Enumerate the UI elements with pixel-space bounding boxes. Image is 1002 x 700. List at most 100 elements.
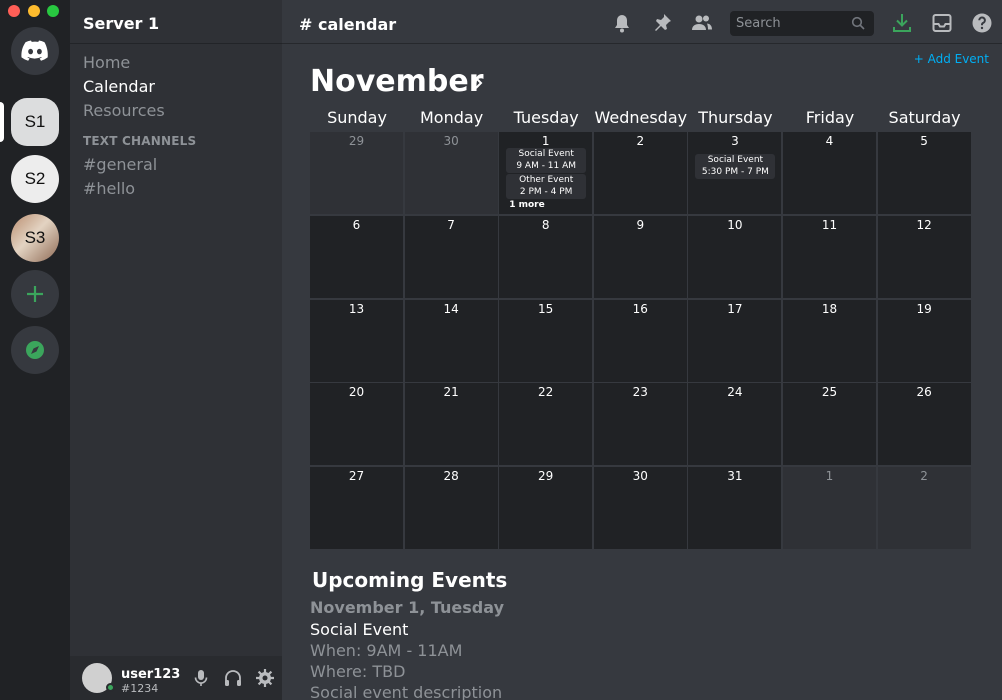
upcoming-event-description: Social event description xyxy=(310,683,503,700)
help-icon xyxy=(972,13,992,33)
server-s2[interactable]: S2 xyxy=(11,155,59,203)
calendar-day-cell[interactable]: 10 xyxy=(688,215,782,298)
weekday-header: Tuesday xyxy=(513,108,579,127)
calendar-day-cell[interactable]: 26 xyxy=(877,383,971,466)
day-number: 26 xyxy=(916,385,932,400)
server-s1[interactable]: S1 xyxy=(11,98,59,146)
calendar-day-cell[interactable]: 6 xyxy=(310,215,403,298)
day-number: 29 xyxy=(538,469,554,484)
upcoming-event-where: Where: TBD xyxy=(310,662,406,681)
server-s3[interactable]: S3 xyxy=(11,214,59,262)
calendar-day-cell[interactable]: 23 xyxy=(593,383,687,466)
pinned-messages-button[interactable] xyxy=(651,12,673,34)
calendar-day-cell[interactable]: 25 xyxy=(783,383,876,466)
calendar-day-cell[interactable]: 19 xyxy=(877,299,971,382)
username: user123 xyxy=(121,667,181,682)
calendar-day-cell[interactable]: 13 xyxy=(310,299,403,382)
members-icon xyxy=(692,15,712,30)
server-s2-label: S2 xyxy=(24,169,46,188)
day-number: 24 xyxy=(727,385,743,400)
member-list-button[interactable] xyxy=(691,12,713,34)
more-events-link[interactable]: 1 more xyxy=(509,200,545,210)
nav-item-calendar[interactable]: Calendar xyxy=(83,77,155,96)
calendar-day-cell[interactable]: 2 xyxy=(593,132,687,214)
day-number: 2 xyxy=(920,469,928,484)
inbox-icon xyxy=(932,14,952,32)
day-number: 1 xyxy=(541,134,550,148)
server-header[interactable]: Server 1 xyxy=(70,0,282,44)
calendar-day-cell[interactable]: 30 xyxy=(593,467,687,550)
calendar-day-cell[interactable]: 24 xyxy=(688,383,782,466)
help-button[interactable] xyxy=(971,12,993,34)
event-title: Other Event xyxy=(519,175,574,185)
user-tag: #1234 xyxy=(121,682,159,695)
calendar-day-cell[interactable]: 2 xyxy=(877,467,971,550)
calendar-day-cell[interactable]: 30 xyxy=(404,132,498,214)
calendar-day-cell[interactable]: 15 xyxy=(499,299,593,382)
inbox-button[interactable] xyxy=(931,12,953,34)
explore-servers-button[interactable] xyxy=(11,326,59,374)
calendar-day-cell[interactable]: 3 Social Event 5:30 PM - 7 PM xyxy=(688,132,782,214)
nav-item-home[interactable]: Home xyxy=(83,53,130,72)
search-icon xyxy=(851,15,867,31)
channel-hello[interactable]: #hello xyxy=(83,179,135,198)
calendar-day-cell[interactable]: 14 xyxy=(404,299,498,382)
day-number: 14 xyxy=(443,301,459,316)
add-event-button[interactable]: + Add Event xyxy=(914,52,989,66)
calendar-day-cell[interactable]: 1 xyxy=(783,467,876,550)
day-number: 19 xyxy=(916,301,932,316)
weekday-header: Monday xyxy=(420,108,484,127)
calendar-day-cell[interactable]: 11 xyxy=(783,215,876,298)
calendar-day-cell[interactable]: 4 xyxy=(783,132,876,214)
upcoming-event-name[interactable]: Social Event xyxy=(310,620,408,639)
calendar-day-cell[interactable]: 18 xyxy=(783,299,876,382)
calendar-day-cell[interactable]: 29 xyxy=(499,467,593,550)
headphones-icon xyxy=(225,670,241,686)
next-month-button[interactable] xyxy=(473,75,485,89)
window-minimize-button[interactable] xyxy=(28,5,40,17)
main-content: # calendar + Add Event xyxy=(282,0,1002,700)
calendar-day-cell[interactable]: 31 xyxy=(688,467,782,550)
calendar-day-cell[interactable]: 29 xyxy=(310,132,403,214)
calendar-event-chip[interactable]: Other Event 2 PM - 4 PM xyxy=(506,174,587,199)
server-rail: S1 S2 S3 xyxy=(0,0,70,700)
notifications-button[interactable] xyxy=(611,12,633,34)
calendar-day-cell[interactable]: 22 xyxy=(499,383,593,466)
channel-general[interactable]: #general xyxy=(83,155,157,174)
calendar-day-cell[interactable]: 20 xyxy=(310,383,403,466)
calendar-day-cell[interactable]: 5 xyxy=(877,132,971,214)
add-server-button[interactable] xyxy=(11,270,59,318)
window-maximize-button[interactable] xyxy=(47,5,59,17)
calendar-day-cell[interactable]: 28 xyxy=(404,467,498,550)
microphone-icon xyxy=(194,670,208,686)
online-status-badge xyxy=(106,683,115,692)
mute-button[interactable] xyxy=(191,668,211,688)
day-number: 20 xyxy=(348,385,365,400)
window-close-button[interactable] xyxy=(8,5,20,17)
discord-app: S1 S2 S3 Server 1 Home Calendar Resource… xyxy=(0,0,1002,700)
calendar-day-cell[interactable]: 7 xyxy=(404,215,498,298)
calendar-day-cell[interactable]: 12 xyxy=(877,215,971,298)
deafen-button[interactable] xyxy=(223,668,243,688)
calendar-day-cell[interactable]: 1 Social Event 9 AM - 11 AM Other Event 2 PM… xyxy=(499,132,593,214)
day-number: 30 xyxy=(443,134,459,148)
weekday-header: Sunday xyxy=(327,108,387,127)
download-button[interactable] xyxy=(891,12,913,34)
day-number: 21 xyxy=(443,385,459,400)
calendar-day-cell[interactable]: 21 xyxy=(404,383,498,466)
calendar-day-cell[interactable]: 27 xyxy=(310,467,403,550)
calendar-day-cell[interactable]: 16 xyxy=(593,299,687,382)
calendar-event-chip[interactable]: Social Event 5:30 PM - 7 PM xyxy=(695,154,776,179)
calendar-event-chip[interactable]: Social Event 9 AM - 11 AM xyxy=(506,148,587,173)
home-button[interactable] xyxy=(11,27,59,75)
user-settings-button[interactable] xyxy=(255,668,275,688)
calendar-day-cell[interactable]: 8 xyxy=(499,215,593,298)
calendar-day-cell[interactable]: 17 xyxy=(688,299,782,382)
day-number: 17 xyxy=(727,301,743,316)
calendar-day-cell[interactable]: 9 xyxy=(593,215,687,298)
user-panel: user123 #1234 xyxy=(70,656,282,700)
nav-item-resources[interactable]: Resources xyxy=(83,101,165,120)
weekday-header: Friday xyxy=(805,108,855,127)
month-title: November xyxy=(310,64,484,99)
server-name: Server 1 xyxy=(83,14,160,33)
